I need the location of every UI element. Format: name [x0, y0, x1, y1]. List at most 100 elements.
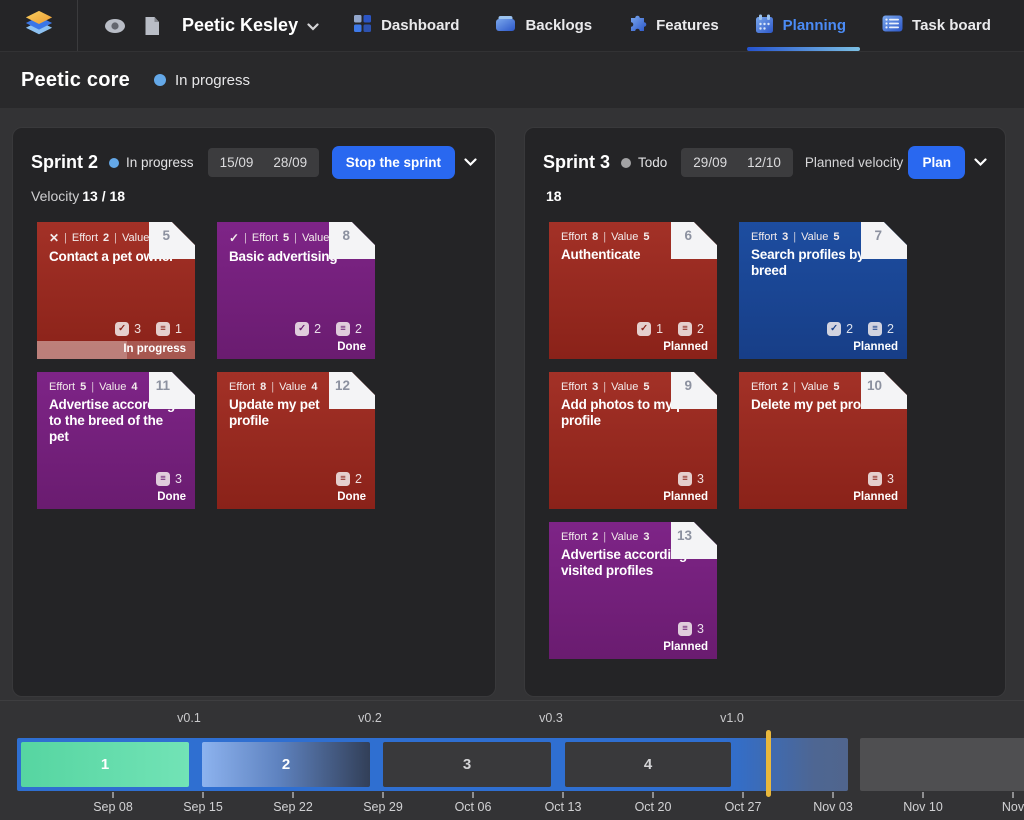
- items-count: 1: [175, 322, 182, 336]
- card-counts: ✓ 2 ≡ 2: [739, 322, 907, 336]
- business-value: 4: [311, 381, 317, 393]
- date-label: Oct 06: [455, 800, 492, 814]
- sprint-action-button[interactable]: Plan: [908, 146, 965, 179]
- checked-count: 2: [846, 322, 853, 336]
- card-number: 12: [335, 378, 350, 393]
- card-number: 5: [162, 228, 170, 243]
- sprint-header: Sprint 2 In progress 15/09 28/09 Stop th…: [31, 146, 477, 179]
- checked-count: 1: [656, 322, 663, 336]
- sprint-cards: 6 | Effort8 | Value5 Authenticate ✓ 1 ≡ …: [549, 222, 987, 659]
- timeline-sprint-segment[interactable]: 1: [21, 742, 189, 787]
- eye-icon[interactable]: [104, 18, 126, 34]
- nav-tab-backlogs[interactable]: Backlogs: [495, 0, 592, 51]
- story-card[interactable]: 5 ✕ | Effort2 | Value5 Contact a pet own…: [37, 222, 195, 359]
- story-card[interactable]: 9 | Effort3 | Value5 Add photos to my pe…: [549, 372, 717, 509]
- sprint-cards: 5 ✕ | Effort2 | Value5 Contact a pet own…: [37, 222, 477, 509]
- chevron-down-icon[interactable]: [974, 158, 987, 167]
- items-count: 2: [887, 322, 894, 336]
- project-status: In progress: [175, 72, 250, 89]
- date-label: Oct 20: [635, 800, 672, 814]
- list-icon: ≡: [678, 322, 692, 336]
- nav-tab-planning[interactable]: Planning: [755, 0, 846, 51]
- app-logo[interactable]: [0, 0, 78, 51]
- timeline-future-track[interactable]: [860, 738, 1024, 791]
- sprint-status-dot: [109, 158, 119, 168]
- story-card[interactable]: 7 | Effort3 | Value5 Search profiles by …: [739, 222, 907, 359]
- card-counts: ✓ 1 ≡ 2: [549, 322, 717, 336]
- story-card[interactable]: 12 | Effort8 | Value4 Update my pet prof…: [217, 372, 375, 509]
- card-check-mark: ✓: [229, 231, 239, 245]
- story-card[interactable]: 6 | Effort8 | Value5 Authenticate ✓ 1 ≡ …: [549, 222, 717, 359]
- nav-tab-features[interactable]: Features: [628, 0, 719, 51]
- version-label: v0.2: [358, 711, 382, 725]
- timeline-sprint-segment[interactable]: 4: [565, 742, 731, 787]
- sprint-dates[interactable]: 29/09 12/10: [681, 148, 793, 177]
- business-value: 5: [643, 381, 649, 393]
- date-start-field[interactable]: 15/09: [220, 155, 254, 170]
- card-status: Done: [217, 491, 375, 509]
- timeline-track[interactable]: 1234: [17, 738, 848, 791]
- sprint-panels: Sprint 2 In progress 15/09 28/09 Stop th…: [12, 127, 1012, 697]
- folded-corner: [149, 222, 195, 259]
- timeline-sprint-segment[interactable]: 2: [202, 742, 370, 787]
- sprint-status-dot: [621, 158, 631, 168]
- project-switcher[interactable]: Peetic Kesley: [182, 15, 319, 36]
- effort-value: 5: [283, 232, 289, 244]
- effort-value: 2: [592, 531, 598, 543]
- checkbox-icon: ✓: [637, 322, 651, 336]
- date-tick: [202, 792, 204, 798]
- items-count: 2: [697, 322, 704, 336]
- checkbox-icon: ✓: [295, 322, 309, 336]
- checkbox-icon: ✓: [827, 322, 841, 336]
- features-icon: [628, 14, 647, 37]
- date-tick: [742, 792, 744, 798]
- list-icon: ≡: [868, 472, 882, 486]
- velocity-value: 13 / 18: [82, 188, 125, 204]
- date-start-field[interactable]: 29/09: [693, 155, 727, 170]
- date-tick: [652, 792, 654, 798]
- card-number: 8: [342, 228, 350, 243]
- story-card[interactable]: 10 | Effort2 | Value5 Delete my pet prof…: [739, 372, 907, 509]
- card-status: Done: [37, 491, 195, 509]
- list-icon: ≡: [678, 472, 692, 486]
- nav-tab-task-board[interactable]: Task board: [882, 0, 991, 51]
- velocity-value: 18: [546, 188, 562, 204]
- card-number: 9: [684, 378, 692, 393]
- business-value: 3: [643, 531, 649, 543]
- card-counts: ✓ 3 ≡ 1: [37, 322, 195, 336]
- list-icon: ≡: [868, 322, 882, 336]
- date-end-field[interactable]: 12/10: [747, 155, 781, 170]
- checkbox-icon: ✓: [115, 322, 129, 336]
- items-count: 3: [697, 622, 704, 636]
- dashboard-icon: [353, 14, 372, 37]
- story-card[interactable]: 11 | Effort5 | Value4 Advertise accordin…: [37, 372, 195, 509]
- version-label: v1.0: [720, 711, 744, 725]
- card-counts: ✓ ≡ 3: [739, 472, 907, 486]
- sprint-velocity: 18: [543, 188, 987, 204]
- sprint-action-button[interactable]: Stop the sprint: [332, 146, 455, 179]
- business-value: 4: [131, 381, 137, 393]
- items-count: 2: [355, 472, 362, 486]
- chevron-down-icon: [307, 15, 319, 36]
- story-card[interactable]: 13 | Effort2 | Value3 Advertise accordin…: [549, 522, 717, 659]
- chevron-down-icon[interactable]: [464, 158, 477, 167]
- main-nav: Dashboard Backlogs Features Planning: [353, 0, 991, 51]
- card-status: Planned: [739, 341, 907, 359]
- sprint-dates[interactable]: 15/09 28/09: [208, 148, 320, 177]
- document-icon[interactable]: [144, 16, 160, 36]
- timeline-sprint-segment[interactable]: 3: [383, 742, 551, 787]
- project-status-dot: [154, 74, 166, 86]
- card-counts: ✓ ≡ 3: [549, 622, 717, 636]
- date-end-field[interactable]: 28/09: [273, 155, 307, 170]
- nav-tab-dashboard[interactable]: Dashboard: [353, 0, 459, 51]
- story-card[interactable]: 8 ✓ | Effort5 | Value4 Basic advertising…: [217, 222, 375, 359]
- card-counts: ✓ ≡ 3: [549, 472, 717, 486]
- date-label: Sep 15: [183, 800, 223, 814]
- date-tick: [922, 792, 924, 798]
- folded-corner: [861, 222, 907, 259]
- version-label: v0.1: [177, 711, 201, 725]
- card-status: Planned: [549, 341, 717, 359]
- business-value: 5: [833, 381, 839, 393]
- sprint-velocity: Velocity13 / 18: [31, 188, 477, 204]
- sprint-status: Todo: [638, 155, 667, 170]
